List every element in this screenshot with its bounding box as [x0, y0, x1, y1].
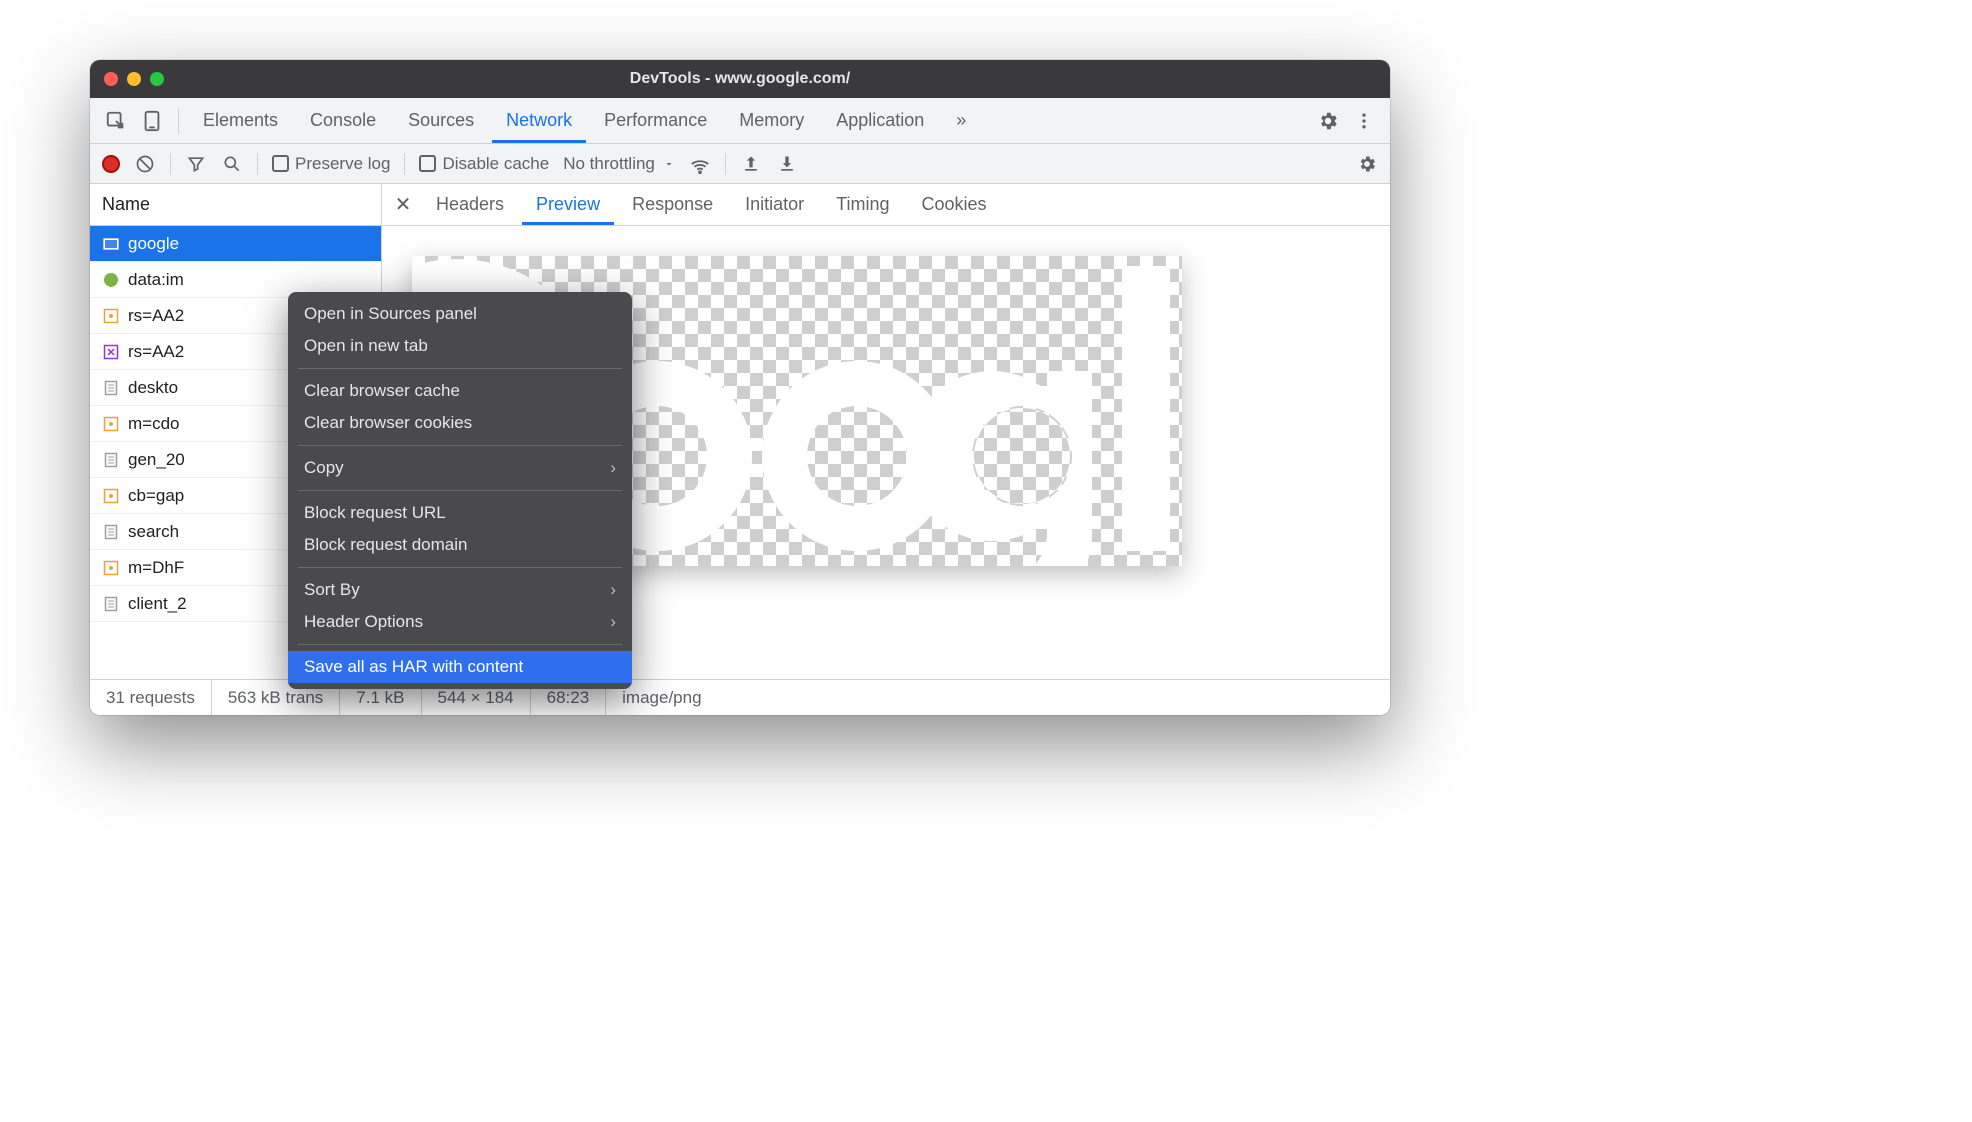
search-icon[interactable]: [221, 153, 243, 175]
detail-tab-cookies[interactable]: Cookies: [908, 184, 1001, 225]
request-name: rs=AA2: [128, 342, 184, 362]
menu-block-domain[interactable]: Block request domain: [288, 529, 632, 561]
menu-sort-by[interactable]: Sort By›: [288, 574, 632, 606]
file-type-icon: [102, 595, 120, 613]
chevron-right-icon: ›: [610, 580, 616, 600]
titlebar: DevTools - www.google.com/: [90, 60, 1390, 98]
file-type-icon: [102, 559, 120, 577]
request-name: gen_20: [128, 450, 185, 470]
inspect-icon[interactable]: [100, 105, 132, 137]
filter-icon[interactable]: [185, 153, 207, 175]
request-name: client_2: [128, 594, 187, 614]
detail-tab-initiator[interactable]: Initiator: [731, 184, 818, 225]
request-name: google: [128, 234, 179, 254]
disable-cache-label: Disable cache: [442, 154, 549, 174]
network-toolbar: Preserve log Disable cache No throttling: [90, 144, 1390, 184]
request-name: m=cdo: [128, 414, 180, 434]
file-type-icon: [102, 523, 120, 541]
file-type-icon: [102, 307, 120, 325]
tab-network[interactable]: Network: [492, 98, 586, 143]
close-panel-button[interactable]: ✕: [388, 190, 418, 220]
file-type-icon: [102, 235, 120, 253]
throttling-dropdown[interactable]: No throttling: [563, 154, 675, 174]
file-type-icon: [102, 271, 120, 289]
kebab-menu-icon[interactable]: [1348, 105, 1380, 137]
menu-clear-cache[interactable]: Clear browser cache: [288, 375, 632, 407]
content-area: Name google data:im rs=AA2 rs=AA2 deskto m=cd…: [90, 184, 1390, 679]
detail-tab-preview[interactable]: Preview: [522, 184, 614, 225]
request-row[interactable]: google: [90, 226, 381, 262]
detail-tab-response[interactable]: Response: [618, 184, 727, 225]
tab-more[interactable]: »: [942, 98, 980, 143]
record-button[interactable]: [102, 155, 120, 173]
tab-performance[interactable]: Performance: [590, 98, 721, 143]
panel-settings-icon[interactable]: [1356, 153, 1378, 175]
clear-icon[interactable]: [134, 153, 156, 175]
chevron-down-icon: [663, 158, 675, 170]
menu-clear-cookies[interactable]: Clear browser cookies: [288, 407, 632, 439]
tab-memory[interactable]: Memory: [725, 98, 818, 143]
context-menu: Open in Sources panel Open in new tab Cl…: [288, 292, 632, 689]
file-type-icon: [102, 379, 120, 397]
detail-tab-headers[interactable]: Headers: [422, 184, 518, 225]
devtools-window: DevTools - www.google.com/ Elements Cons…: [90, 60, 1390, 715]
chevron-right-icon: ›: [610, 458, 616, 478]
device-toggle-icon[interactable]: [136, 105, 168, 137]
tab-elements[interactable]: Elements: [189, 98, 292, 143]
request-name: rs=AA2: [128, 306, 184, 326]
detail-tabs: ✕ Headers Preview Response Initiator Tim…: [382, 184, 1390, 226]
menu-block-url[interactable]: Block request URL: [288, 497, 632, 529]
settings-icon[interactable]: [1312, 105, 1344, 137]
file-type-icon: [102, 415, 120, 433]
menu-open-new-tab[interactable]: Open in new tab: [288, 330, 632, 362]
tab-console[interactable]: Console: [296, 98, 390, 143]
main-tabbar: Elements Console Sources Network Perform…: [90, 98, 1390, 144]
preserve-log-checkbox[interactable]: Preserve log: [272, 154, 390, 174]
request-name: cb=gap: [128, 486, 184, 506]
file-type-icon: [102, 487, 120, 505]
network-conditions-icon[interactable]: [689, 153, 711, 175]
column-header-name[interactable]: Name: [90, 184, 381, 226]
tab-application[interactable]: Application: [822, 98, 938, 143]
tabbar-divider: [178, 108, 179, 134]
preserve-log-label: Preserve log: [295, 154, 390, 174]
status-bar: 31 requests 563 kB trans 7.1 kB 544 × 18…: [90, 679, 1390, 715]
request-name: data:im: [128, 270, 184, 290]
menu-open-sources[interactable]: Open in Sources panel: [288, 298, 632, 330]
request-name: search: [128, 522, 179, 542]
file-type-icon: [102, 451, 120, 469]
status-requests: 31 requests: [90, 680, 212, 715]
disable-cache-checkbox[interactable]: Disable cache: [419, 154, 549, 174]
throttling-label: No throttling: [563, 154, 655, 174]
menu-header-options[interactable]: Header Options›: [288, 606, 632, 638]
menu-save-har[interactable]: Save all as HAR with content: [288, 651, 632, 683]
chevron-right-icon: ›: [610, 612, 616, 632]
download-har-icon[interactable]: [776, 153, 798, 175]
tab-sources[interactable]: Sources: [394, 98, 488, 143]
menu-copy[interactable]: Copy›: [288, 452, 632, 484]
window-title: DevTools - www.google.com/: [90, 70, 1390, 88]
request-name: m=DhF: [128, 558, 184, 578]
request-name: deskto: [128, 378, 178, 398]
upload-har-icon[interactable]: [740, 153, 762, 175]
file-type-icon: [102, 343, 120, 361]
detail-tab-timing[interactable]: Timing: [822, 184, 903, 225]
